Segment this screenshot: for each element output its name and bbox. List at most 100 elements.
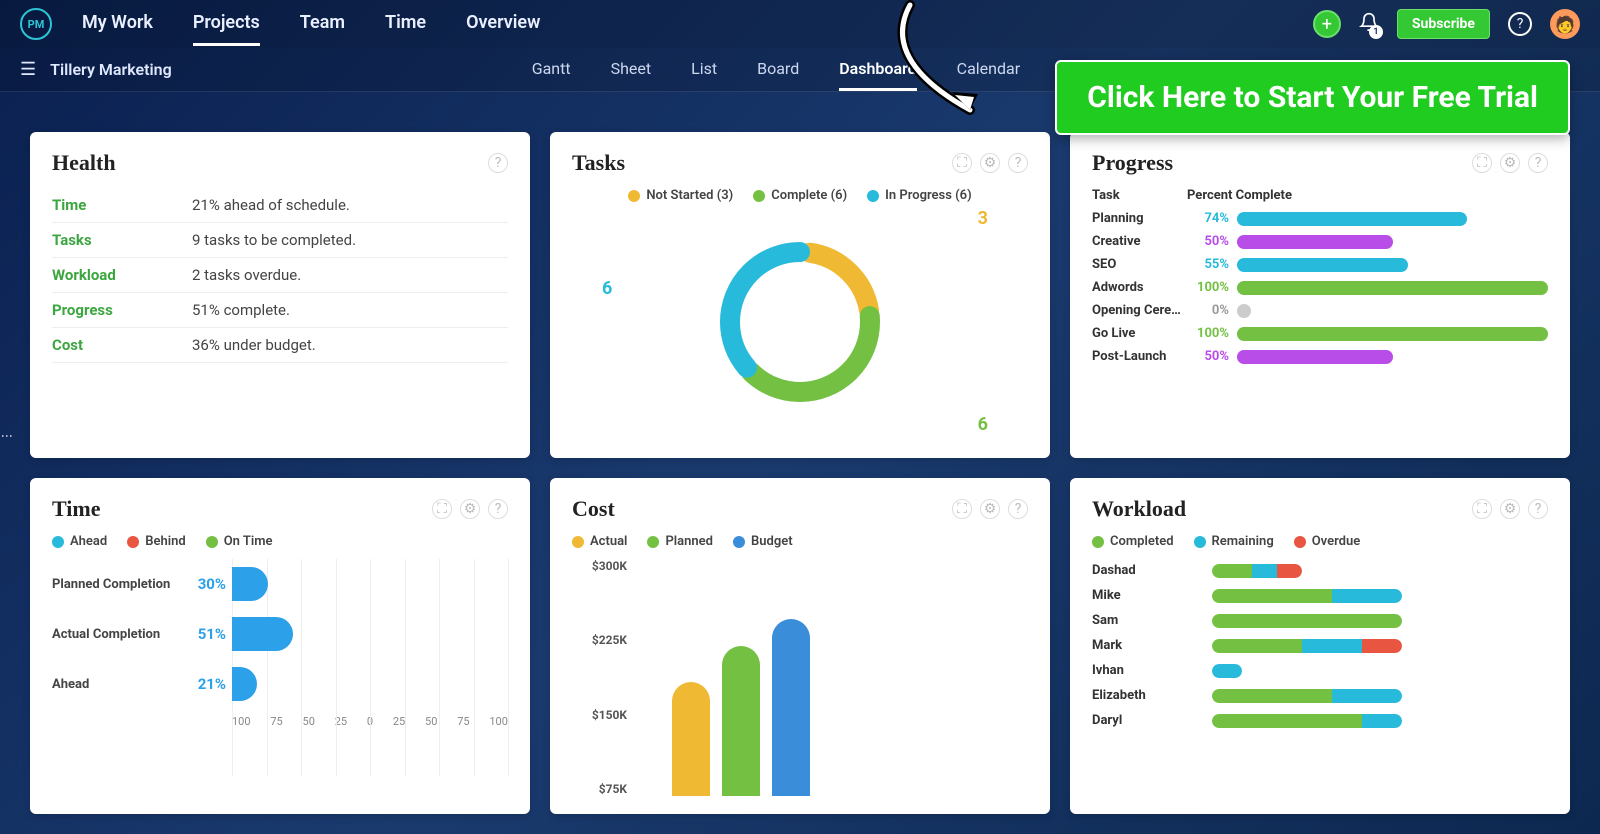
logo[interactable]: PM [20,8,52,40]
time-row-label: Planned Completion [52,577,187,592]
topright-group: + 1 Subscribe ? 🧑 [1313,9,1580,39]
legend-label: Overdue [1312,534,1361,549]
card-title: Progress [1092,150,1173,176]
legend-item: On Time [206,534,273,549]
legend-item: Not Started (3) [628,188,733,203]
notifications-icon[interactable]: 1 [1359,12,1379,37]
task-name: Planning [1092,211,1187,226]
help-icon[interactable]: ? [488,153,508,173]
free-trial-cta[interactable]: Click Here to Start Your Free Trial [1055,60,1570,135]
view-list[interactable]: List [691,49,717,91]
add-button[interactable]: + [1313,10,1341,38]
workload-segment [1212,639,1302,653]
expand-icon[interactable]: ⛶ [1472,153,1492,173]
card-title: Time [52,496,100,522]
subscribe-button[interactable]: Subscribe [1397,9,1490,39]
legend-label: Not Started (3) [646,188,733,203]
legend-dot-icon [572,536,584,548]
help-icon[interactable]: ? [1008,499,1028,519]
card-title: Workload [1092,496,1186,522]
view-board[interactable]: Board [757,49,799,91]
help-icon[interactable]: ? [1008,153,1028,173]
workload-card: Workload ⛶ ⚙ ? CompletedRemainingOverdue… [1070,478,1570,814]
time-bar [232,667,257,701]
legend-dot-icon [1092,536,1104,548]
nav-time[interactable]: Time [385,2,426,46]
legend-item: Complete (6) [753,188,847,203]
progress-bar [1237,212,1548,226]
progress-row: Adwords100% [1092,280,1548,295]
health-label: Cost [52,336,192,354]
health-label: Workload [52,266,192,284]
menu-icon[interactable]: ☰ [20,59,36,80]
workload-segment [1212,664,1242,678]
legend-label: Budget [751,534,793,549]
workload-name: Daryl [1092,713,1212,728]
help-icon[interactable]: ? [1528,499,1548,519]
gear-icon[interactable]: ⚙ [980,153,1000,173]
health-row: Workload2 tasks overdue. [52,258,508,293]
legend-dot-icon [628,190,640,202]
health-row: Progress51% complete. [52,293,508,328]
gear-icon[interactable]: ⚙ [980,499,1000,519]
legend-label: Actual [590,534,627,549]
donut-label-notstarted: 3 [978,208,988,229]
nav-my-work[interactable]: My Work [82,2,153,46]
workload-segment [1302,639,1362,653]
progress-row: Creative50% [1092,234,1548,249]
workload-segment [1212,564,1252,578]
progress-bar [1237,258,1548,272]
gear-icon[interactable]: ⚙ [1500,499,1520,519]
task-name: Opening Cere… [1092,303,1187,318]
expand-icon[interactable]: ⛶ [952,499,972,519]
legend-item: Behind [127,534,185,549]
nav-projects[interactable]: Projects [193,2,260,46]
view-gantt[interactable]: Gantt [532,49,571,91]
time-row-label: Actual Completion [52,627,187,642]
gear-icon[interactable]: ⚙ [460,499,480,519]
avatar[interactable]: 🧑 [1550,9,1580,39]
y-tick: $75K [572,782,627,796]
expand-icon[interactable]: ⛶ [1472,499,1492,519]
tasks-donut-chart: 3 6 6 [572,203,1028,440]
legend-item: Completed [1092,534,1174,549]
task-name: Creative [1092,234,1187,249]
legend-item: In Progress (6) [867,188,971,203]
project-name: Tillery Marketing [50,60,172,79]
drag-handle-icon[interactable]: ⋮ [0,430,14,442]
donut-label-inprogress: 6 [602,278,612,299]
progress-bar [1237,304,1251,318]
nav-overview[interactable]: Overview [466,2,540,46]
legend-dot-icon [52,536,64,548]
gear-icon[interactable]: ⚙ [1500,153,1520,173]
help-icon[interactable]: ? [1528,153,1548,173]
nav-team[interactable]: Team [300,2,345,46]
health-label: Tasks [52,231,192,249]
pct-label: 55% [1187,257,1237,272]
help-icon[interactable]: ? [1508,12,1532,36]
cost-bar-planned [722,646,760,796]
workload-row: Daryl [1092,713,1548,728]
help-icon[interactable]: ? [488,499,508,519]
task-name: Adwords [1092,280,1187,295]
task-name: Go Live [1092,326,1187,341]
workload-segment [1212,589,1332,603]
legend-label: Completed [1110,534,1174,549]
expand-icon[interactable]: ⛶ [432,499,452,519]
cost-card: Cost ⛶ ⚙ ? ActualPlannedBudget $300K$225… [550,478,1050,814]
pct-label: 100% [1187,280,1237,295]
legend-item: Actual [572,534,627,549]
workload-row: Mark [1092,638,1548,653]
legend-label: On Time [224,534,273,549]
main-menu: My Work Projects Team Time Overview [82,2,540,46]
expand-icon[interactable]: ⛶ [952,153,972,173]
legend-label: Behind [145,534,185,549]
health-label: Progress [52,301,192,319]
health-label: Time [52,196,192,214]
view-sheet[interactable]: Sheet [611,49,652,91]
health-row: Tasks9 tasks to be completed. [52,223,508,258]
legend-item: Ahead [52,534,107,549]
cost-bar-budget [772,619,810,796]
pct-label: 50% [1187,349,1237,364]
workload-bar [1212,714,1402,728]
